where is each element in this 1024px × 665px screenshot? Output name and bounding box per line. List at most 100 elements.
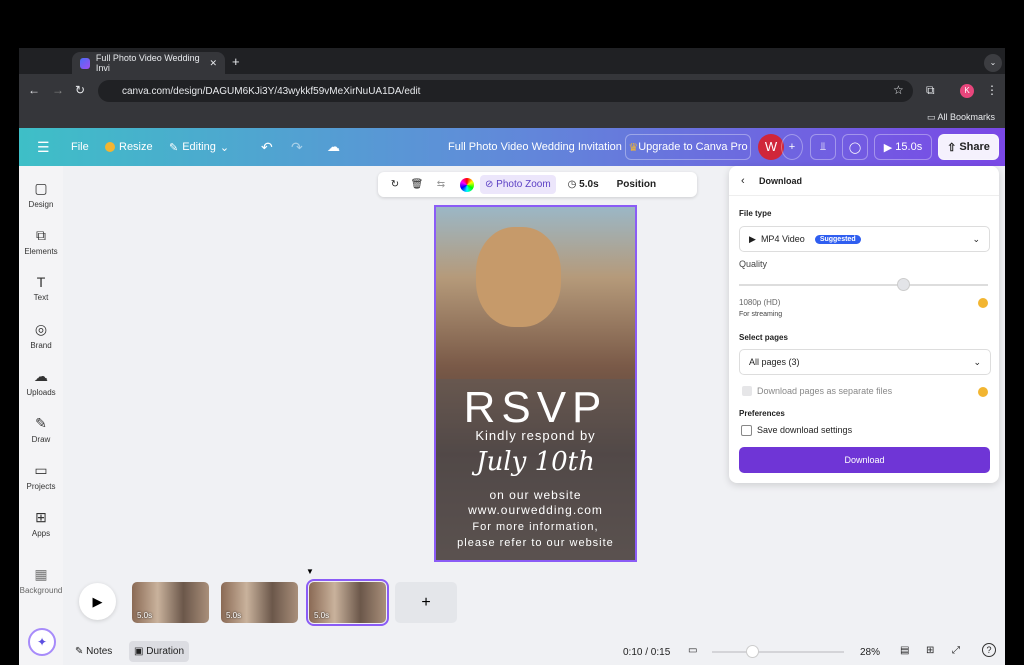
add-page-button[interactable]: + [395, 582, 457, 623]
sidebar-label: Design [28, 200, 54, 209]
share-icon: ⇧ [947, 141, 960, 154]
url-text: canva.com/design/DAGUM6KJi3Y/43wykkf59vM… [122, 85, 421, 97]
browser-menu-icon[interactable]: ⋮ [986, 83, 998, 97]
left-sidebar: ▢ Design ⧉ Elements T Text ◎ Brand ☁ Uploads … [19, 166, 63, 665]
play-button[interactable]: ▶ [79, 583, 116, 620]
present-button[interactable]: ▶ 15.0s [874, 134, 932, 160]
sidebar-item-text[interactable]: T Text [19, 274, 63, 302]
sidebar-item-apps[interactable]: ⊞ Apps [19, 509, 63, 538]
animate-icon[interactable]: ↻ [384, 179, 406, 190]
photo-zoom-label: Photo Zoom [496, 179, 551, 190]
playhead-icon[interactable]: ▼ [306, 567, 314, 576]
save-settings-checkbox[interactable] [741, 425, 752, 436]
sidebar-label: Draw [31, 435, 51, 444]
design-text: www.ourwedding.com [468, 503, 603, 517]
timeline-page-2[interactable]: 5.0s [221, 582, 298, 623]
close-tab-icon[interactable]: ✕ [209, 58, 217, 69]
brand-icon: ◎ [34, 321, 48, 337]
fullscreen-icon[interactable]: ⤢ [952, 645, 960, 656]
sidebar-item-uploads[interactable]: ☁ Uploads [19, 368, 63, 397]
chevron-down-icon: ⌄ [972, 233, 980, 244]
apps-icon: ⊞ [35, 509, 47, 525]
duration-toggle[interactable]: ▣ Duration [129, 641, 190, 662]
resize-button[interactable]: Resize [105, 128, 153, 166]
pages-select[interactable]: All pages (3) ⌄ [739, 349, 991, 375]
new-tab-button[interactable]: + [232, 54, 240, 69]
flip-icon[interactable]: ⇆ [428, 179, 454, 190]
quality-sub: For streaming [739, 311, 783, 318]
help-icon[interactable]: ? [982, 643, 996, 657]
quality-slider[interactable] [739, 278, 988, 291]
redo-icon[interactable]: ↷ [291, 128, 303, 166]
crown-icon [978, 387, 988, 397]
video-icon: ▶ [749, 233, 761, 244]
download-button[interactable]: Download [739, 447, 990, 473]
timeline-page-1[interactable]: 5.0s [132, 582, 209, 623]
reload-icon[interactable]: ↻ [75, 83, 85, 97]
timeline-page-3[interactable]: 5.0s [306, 579, 389, 626]
address-bar[interactable]: canva.com/design/DAGUM6KJi3Y/43wykkf59vM… [98, 80, 913, 102]
editing-menu[interactable]: ✎ Editing ⌄ [169, 128, 229, 166]
separate-files-label: Download pages as separate files [757, 386, 893, 396]
back-icon[interactable]: ‹ [741, 175, 745, 187]
file-type-select[interactable]: ▶ MP4 Video Suggested ⌄ [739, 226, 990, 252]
download-panel: ‹ Download File type ▶ MP4 Video Suggeste… [729, 166, 999, 483]
design-title[interactable]: Full Photo Video Wedding Invitation [448, 128, 622, 166]
upgrade-button[interactable]: ♛ Upgrade to Canva Pro [625, 134, 751, 160]
pages-icon[interactable]: ▤ [900, 645, 909, 656]
back-icon[interactable]: ← [28, 83, 40, 97]
design-date: July 10th [476, 447, 595, 477]
sidebar-item-elements[interactable]: ⧉ Elements [19, 227, 63, 256]
notes-icon: ✎ [75, 646, 87, 657]
zoom-icon: ⊘ [485, 179, 497, 190]
divider [729, 195, 999, 196]
panel-title: Download [759, 176, 802, 186]
undo-icon[interactable]: ↶ [261, 128, 273, 166]
profile-avatar[interactable]: K [960, 84, 974, 98]
forward-icon[interactable]: → [52, 83, 64, 97]
bookmark-star-icon[interactable]: ☆ [893, 83, 904, 97]
crown-icon [978, 298, 988, 308]
sidebar-item-projects[interactable]: ▭ Projects [19, 462, 63, 491]
all-bookmarks[interactable]: ▭ All Bookmarks [927, 112, 995, 123]
zoom-slider-thumb[interactable] [745, 645, 759, 658]
design-icon: ▢ [34, 180, 48, 196]
comment-icon[interactable]: ◯ [842, 134, 868, 160]
position-button[interactable]: Position [617, 179, 656, 190]
page-view-icon[interactable]: ▭ [688, 645, 697, 656]
zoom-level[interactable]: 28% [860, 647, 880, 658]
design-text: please refer to our website [457, 537, 614, 549]
color-picker-icon[interactable] [460, 177, 474, 192]
chevron-down-icon: ⌄ [219, 141, 230, 154]
add-collaborator-button[interactable]: + [781, 134, 803, 160]
play-time: 15.0s [895, 141, 923, 153]
sidebar-item-brand[interactable]: ◎ Brand [19, 321, 63, 350]
design-page[interactable]: RSVP Kindly respond by July 10th on our … [434, 205, 637, 562]
notes-button[interactable]: ✎ Notes [75, 646, 112, 657]
menu-icon[interactable]: ☰ [37, 128, 50, 166]
playback-time: 0:10 / 0:15 [623, 647, 671, 658]
cloud-saved-icon[interactable]: ☁ [327, 128, 340, 166]
design-text: For more information, [472, 521, 599, 533]
sidebar-label: Brand [30, 341, 52, 350]
tab-search-button[interactable]: ⌄ [984, 54, 1002, 72]
separate-files-checkbox[interactable] [742, 386, 752, 396]
duration-button[interactable]: ◷ 5.0s [568, 179, 599, 190]
quality-slider-thumb[interactable] [897, 278, 911, 291]
sidebar-label: Apps [31, 529, 51, 538]
zoom-slider[interactable] [712, 645, 844, 658]
file-menu[interactable]: File [71, 128, 89, 166]
magic-assistant-icon[interactable]: ✦ [28, 628, 56, 656]
elements-icon: ⧉ [36, 227, 46, 243]
sidebar-item-draw[interactable]: ✎ Draw [19, 415, 63, 444]
delete-icon[interactable]: 🗑 [406, 179, 428, 190]
browser-tab[interactable]: Full Photo Video Wedding Invi ✕ [72, 52, 225, 74]
photo-zoom-button[interactable]: ⊘ Photo Zoom [480, 175, 556, 194]
insights-icon[interactable]: ⫫ [810, 134, 836, 160]
share-button[interactable]: ⇧ Share [938, 134, 999, 160]
sidebar-item-background[interactable]: ▦ Background [19, 566, 63, 595]
sidebar-item-design[interactable]: ▢ Design [19, 180, 63, 209]
grid-view-icon[interactable]: ⊞ [926, 645, 934, 656]
pencil-icon: ✎ [169, 141, 179, 154]
extensions-icon[interactable]: ⧉ [926, 83, 935, 98]
